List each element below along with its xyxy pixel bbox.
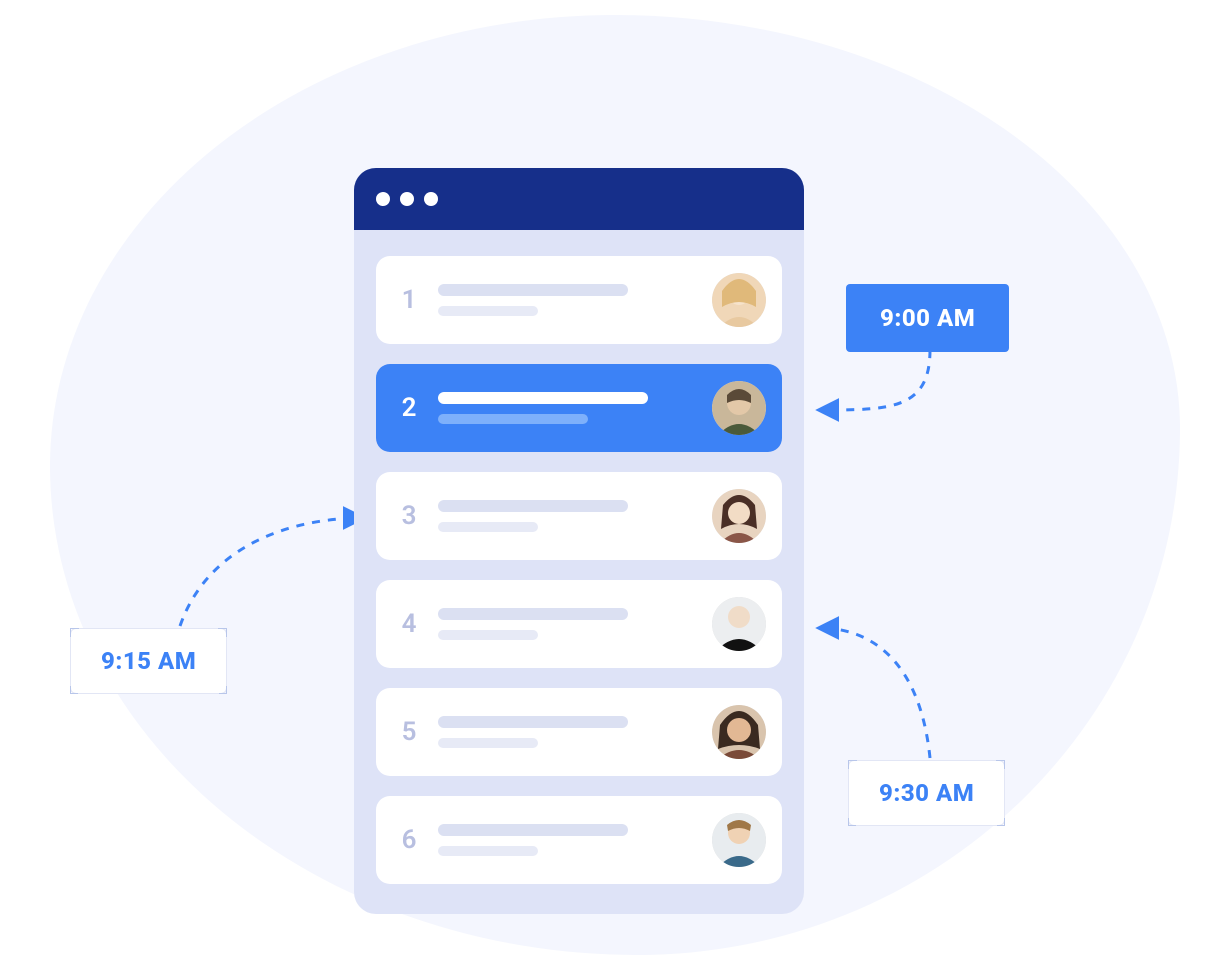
item-text-placeholder [438, 500, 694, 532]
time-label: 9:30 AM [879, 779, 974, 807]
list-item[interactable]: 2 [376, 364, 782, 452]
list-item[interactable]: 4 [376, 580, 782, 668]
item-number: 1 [398, 285, 420, 315]
list-item[interactable]: 6 [376, 796, 782, 884]
time-badge: 9:00 AM [846, 284, 1009, 352]
avatar [712, 381, 766, 435]
diagram-stage: 1 2 3 [0, 0, 1224, 970]
list-item[interactable]: 3 [376, 472, 782, 560]
item-number: 3 [398, 501, 420, 531]
item-number: 2 [398, 393, 420, 423]
time-badge: 9:30 AM [848, 760, 1005, 826]
window-control-dot [400, 192, 414, 206]
queue-list: 1 2 3 [354, 230, 804, 914]
avatar [712, 489, 766, 543]
item-text-placeholder [438, 608, 694, 640]
item-number: 4 [398, 609, 420, 639]
app-window: 1 2 3 [354, 168, 804, 914]
item-number: 6 [398, 825, 420, 855]
item-text-placeholder [438, 392, 694, 424]
time-badge: 9:15 AM [70, 628, 227, 694]
window-titlebar [354, 168, 804, 230]
window-control-dot [376, 192, 390, 206]
item-number: 5 [398, 717, 420, 747]
item-text-placeholder [438, 284, 694, 316]
list-item[interactable]: 5 [376, 688, 782, 776]
avatar [712, 597, 766, 651]
avatar [712, 273, 766, 327]
avatar [712, 813, 766, 867]
time-label: 9:15 AM [101, 647, 196, 675]
avatar [712, 705, 766, 759]
item-text-placeholder [438, 716, 694, 748]
time-label: 9:00 AM [880, 304, 975, 332]
item-text-placeholder [438, 824, 694, 856]
window-control-dot [424, 192, 438, 206]
list-item[interactable]: 1 [376, 256, 782, 344]
